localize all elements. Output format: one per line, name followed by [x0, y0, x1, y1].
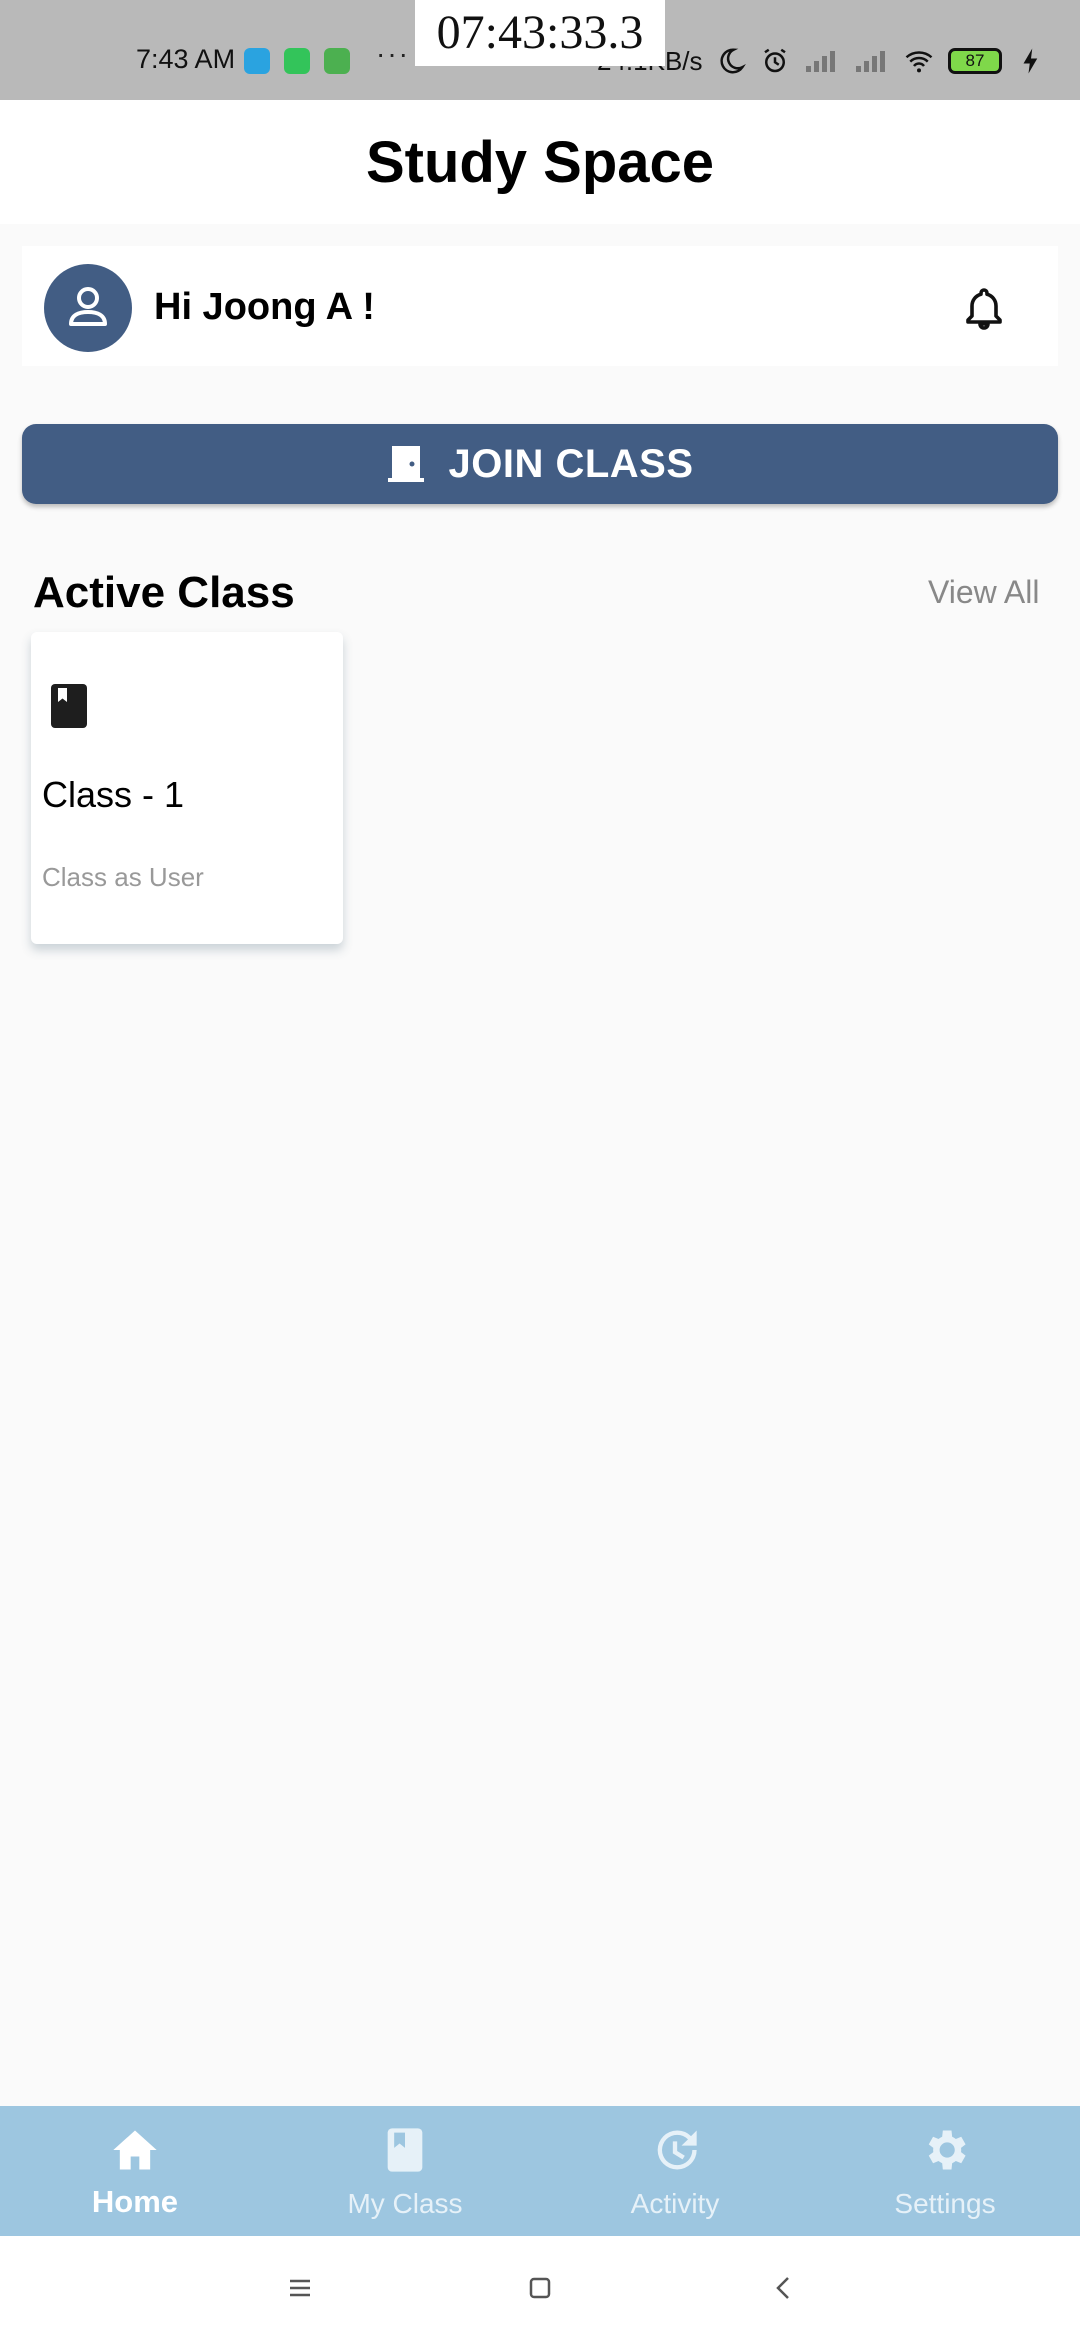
- nav-item-my-class[interactable]: My Class: [270, 2106, 540, 2236]
- nav-item-activity[interactable]: Activity: [540, 2106, 810, 2236]
- charging-icon: [1023, 48, 1038, 74]
- history-icon: [657, 2130, 697, 2170]
- status-bar: 7:43 AM ··· 24.1KB/s 87 07:43:33.3: [0, 0, 1080, 100]
- more-notifications-icon: ···: [376, 38, 410, 69]
- home-icon: [113, 2130, 157, 2170]
- alarm-icon: [764, 48, 786, 73]
- door-icon: [388, 446, 425, 482]
- section-title-active-class: Active Class: [33, 568, 295, 617]
- system-nav-bar: [0, 2236, 1080, 2340]
- book-icon: [51, 684, 87, 728]
- battery-indicator: 87: [948, 48, 1002, 74]
- moon-icon: [720, 48, 746, 74]
- greeting-text: Hi Joong A !: [154, 286, 375, 328]
- avatar[interactable]: [44, 264, 132, 352]
- signal-icon: [806, 51, 835, 72]
- status-time: 7:43 AM: [136, 44, 236, 74]
- gear-icon: [928, 2130, 966, 2170]
- clock-overlay: 07:43:33.3: [415, 0, 665, 66]
- nav-item-home[interactable]: Home: [0, 2106, 270, 2236]
- app-bar: Study Space: [0, 100, 1080, 224]
- user-card: Hi Joong A !: [22, 246, 1058, 366]
- class-card[interactable]: Class - 1 Class as User: [31, 632, 343, 944]
- wifi-icon: [905, 51, 933, 73]
- join-class-button[interactable]: JOIN CLASS: [22, 424, 1058, 504]
- notification-bell-icon[interactable]: [960, 284, 1008, 332]
- class-role: Class as User: [42, 862, 204, 892]
- nav-label-settings: Settings: [894, 2188, 996, 2219]
- class-name: Class - 1: [42, 774, 185, 815]
- person-icon: [69, 287, 107, 326]
- nav-label-home: Home: [91, 2184, 179, 2219]
- whatsapp-icon: [284, 48, 310, 74]
- status-right-icons: 87: [716, 46, 1046, 76]
- bottom-nav: Home My Class Activity Settings: [0, 2106, 1080, 2236]
- signal-icon-2: [856, 51, 885, 72]
- join-class-label: JOIN CLASS: [448, 441, 694, 486]
- nav-label-activity: Activity: [630, 2188, 720, 2219]
- nav-item-settings[interactable]: Settings: [810, 2106, 1080, 2236]
- menu-icon[interactable]: [282, 2270, 318, 2306]
- home-square-icon[interactable]: [522, 2270, 558, 2306]
- notification-icons: [244, 48, 350, 74]
- telegram-icon: [244, 48, 270, 74]
- book-icon: [387, 2128, 423, 2172]
- android-icon: [324, 48, 350, 74]
- nav-label-my-class: My Class: [347, 2188, 463, 2219]
- back-icon[interactable]: [766, 2270, 802, 2306]
- page-title: Study Space: [365, 129, 715, 195]
- view-all-link[interactable]: View All: [928, 574, 1039, 611]
